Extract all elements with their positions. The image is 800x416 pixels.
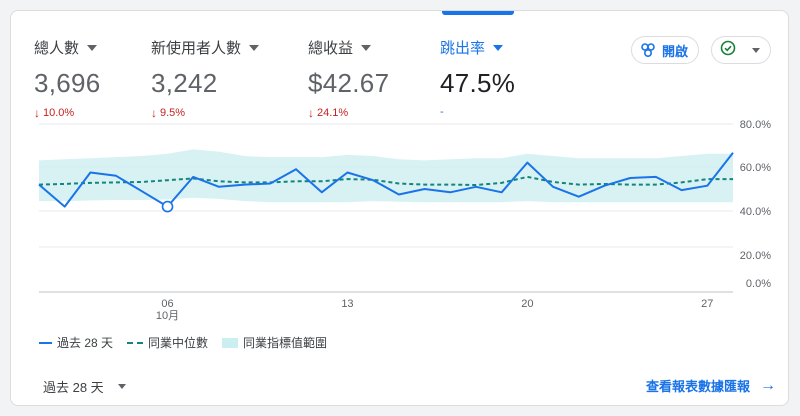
x-tick-label: 13 [341,298,353,310]
highlight-point[interactable] [161,200,174,213]
x-tick-label: 27 [701,298,713,310]
data-point [87,170,93,176]
data-point [242,182,248,188]
data-point [473,184,479,190]
data-point [730,150,736,156]
data-point [524,160,530,166]
chevron-down-icon [117,384,126,389]
date-range-dropdown[interactable]: 過去 28 天 [43,377,126,396]
data-point [319,189,325,195]
data-point [36,182,42,188]
data-point [550,184,556,190]
view-report-link[interactable]: 查看報表數據匯報 → [646,376,776,395]
y-tick-label: 40.0% [740,206,771,218]
x-month-label: 10月 [156,310,179,322]
data-point [190,174,196,180]
arrow-right-icon: → [760,376,776,394]
data-point [216,184,222,190]
x-tick-label: 06 [161,298,173,310]
chart-legend: 過去 28 天 同業中位數 同業指標值範圍 [39,334,341,351]
data-point [653,174,659,180]
y-tick-label: 80.0% [740,119,771,131]
y-tick-label: 0.0% [746,278,771,290]
y-tick-label: 20.0% [740,250,771,262]
data-point [344,170,350,176]
data-point [267,181,273,187]
data-point [704,183,710,189]
data-point [679,187,685,193]
data-point [447,189,453,195]
data-point [62,204,68,210]
data-point [601,183,607,189]
legend-range: 同業指標值範圍 [222,334,327,351]
data-point [499,189,505,195]
data-point [370,177,376,183]
legend-series: 過去 28 天 [39,334,113,351]
data-point [293,166,299,172]
metric-card: 總人數 3,696 ↓ 10.0% 新使用者人數 3,242 ↓ 9.5% 總收益 … [10,10,789,406]
bounce-rate-chart: 80.0% 60.0% 40.0% 20.0% 0.0% 06 13 20 27 10月 [36,119,771,322]
data-point [113,173,119,179]
data-point [396,192,402,198]
data-point [139,188,145,194]
y-tick-label: 60.0% [740,162,771,174]
data-point [627,175,633,181]
date-range-label: 過去 28 天 [43,380,104,395]
legend-median: 同業中位數 [127,334,208,351]
x-tick-label: 20 [521,298,533,310]
view-report-label: 查看報表數據匯報 [645,379,750,394]
data-point [422,186,428,192]
data-point [576,194,582,200]
